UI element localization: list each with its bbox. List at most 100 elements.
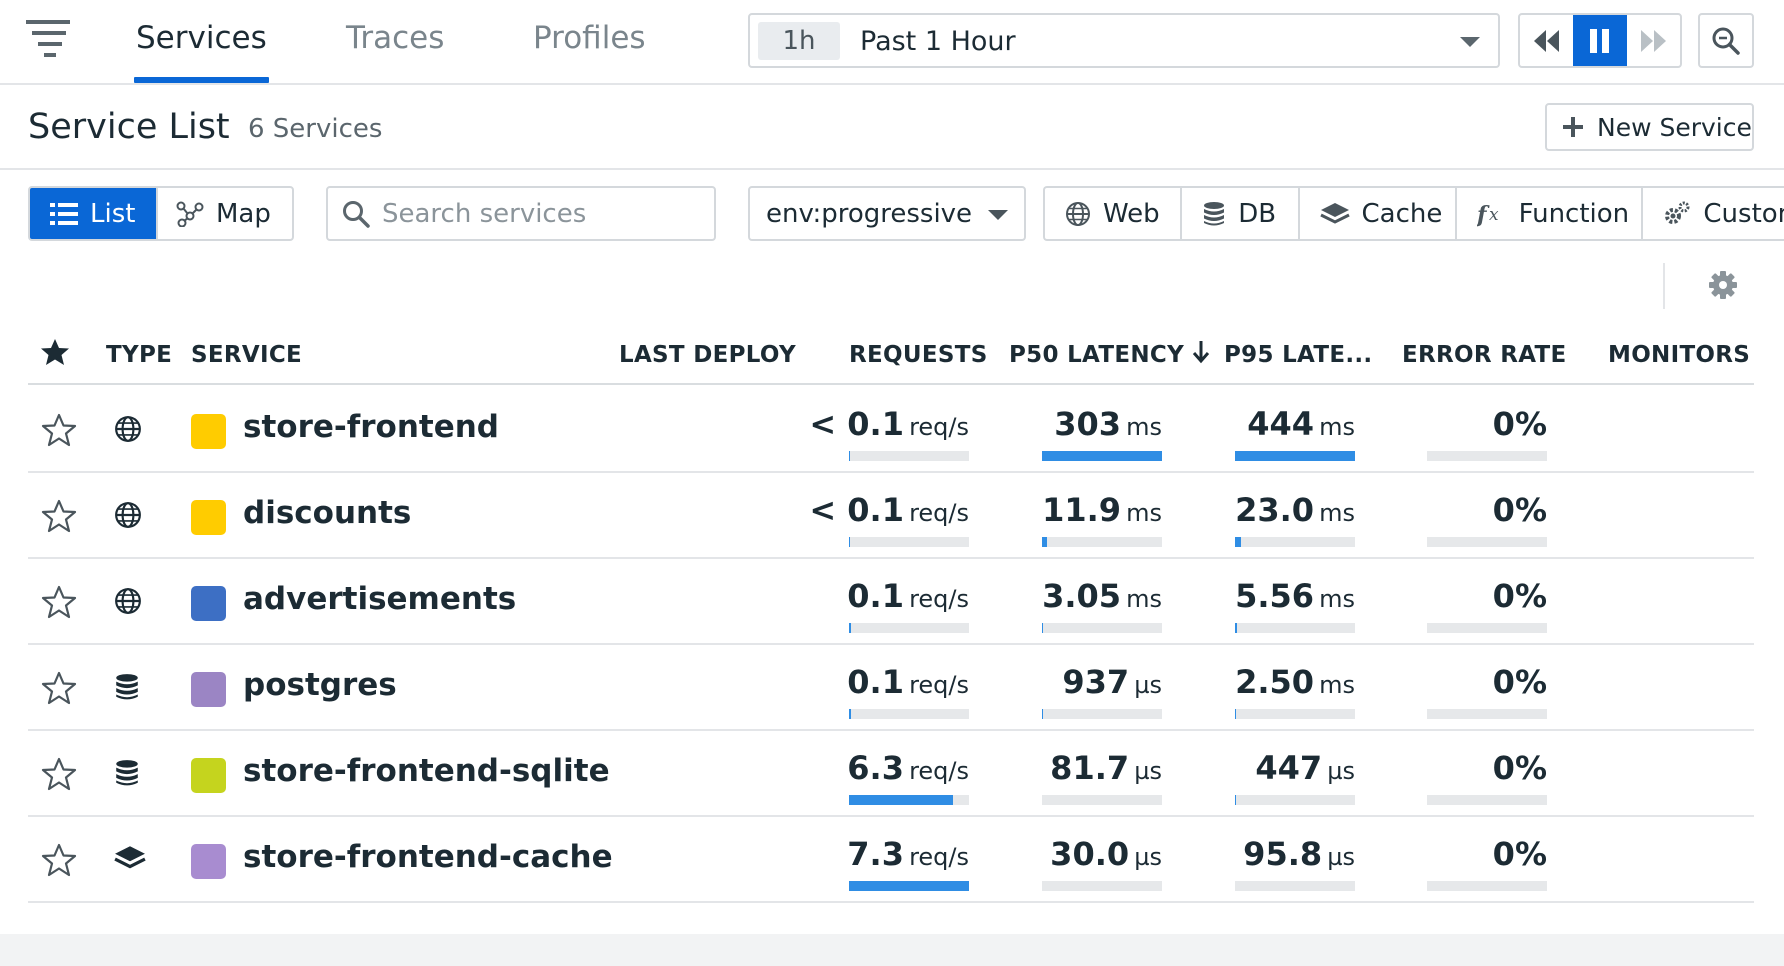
filter-menu-icon[interactable] xyxy=(26,18,74,62)
error-rate-bar xyxy=(1427,451,1547,461)
p95-unit: ms xyxy=(1319,671,1355,699)
service-name-link[interactable]: advertisements xyxy=(243,581,516,617)
p50-bar xyxy=(1042,537,1162,547)
column-requests[interactable]: REQUESTS xyxy=(849,342,988,368)
p95-unit: µs xyxy=(1327,757,1355,785)
column-monitors[interactable]: MONITORS xyxy=(1608,342,1750,368)
type-cell xyxy=(114,587,142,619)
table-settings-button[interactable] xyxy=(1708,270,1738,304)
tab-profiles[interactable]: Profiles xyxy=(533,20,646,83)
error-rate-value: 0% xyxy=(1492,577,1547,615)
column-error-rate[interactable]: ERROR RATE xyxy=(1402,342,1567,368)
service-name-link[interactable]: store-frontend xyxy=(243,409,499,445)
search-services-field[interactable] xyxy=(326,186,716,241)
p50-value: 937 xyxy=(1062,663,1130,701)
p95-bar xyxy=(1235,709,1355,719)
time-range-picker[interactable]: 1h Past 1 Hour xyxy=(748,13,1500,68)
error-rate-value: 0% xyxy=(1492,405,1547,443)
service-name-link[interactable]: postgres xyxy=(243,667,397,703)
globe-icon xyxy=(1066,201,1090,226)
requests-unit: req/s xyxy=(909,413,969,441)
table-row[interactable]: store-frontend < 0.1 req/s 303 ms 444 ms… xyxy=(28,387,1754,473)
p95-bar xyxy=(1235,537,1355,547)
favorite-star-button[interactable] xyxy=(41,585,77,623)
table-row[interactable]: discounts < 0.1 req/s 11.9 ms 23.0 ms 0% xyxy=(28,473,1754,559)
tab-traces[interactable]: Traces xyxy=(346,20,444,83)
env-select[interactable]: env:progressive xyxy=(748,186,1026,241)
error-rate-cell: 0% xyxy=(1427,573,1547,633)
p50-latency-cell: 81.7 µs xyxy=(1042,745,1162,805)
column-type[interactable]: TYPE xyxy=(106,342,172,368)
divider xyxy=(1663,263,1665,309)
type-filter-cache[interactable]: Cache xyxy=(1300,188,1457,239)
fast-forward-button[interactable] xyxy=(1627,15,1680,66)
global-search-button[interactable] xyxy=(1698,13,1754,68)
search-services-input[interactable] xyxy=(382,198,702,229)
network-map-icon xyxy=(176,201,204,227)
type-filter-label: Function xyxy=(1518,198,1630,229)
p95-value: 447 xyxy=(1255,749,1323,787)
p95-value: 2.50 xyxy=(1235,663,1315,701)
service-name-link[interactable]: store-frontend-sqlite xyxy=(243,753,610,789)
type-filter-db[interactable]: DB xyxy=(1182,188,1300,239)
error-rate-cell: 0% xyxy=(1427,659,1547,719)
service-name-link[interactable]: store-frontend-cache xyxy=(243,839,613,875)
p50-value: 303 xyxy=(1054,405,1122,443)
requests-value: 0.1 xyxy=(847,663,904,701)
plus-icon xyxy=(1563,117,1583,137)
table-row[interactable]: advertisements 0.1 req/s 3.05 ms 5.56 ms… xyxy=(28,559,1754,645)
service-name-link[interactable]: discounts xyxy=(243,495,411,531)
p50-bar xyxy=(1042,795,1162,805)
favorite-star-button[interactable] xyxy=(41,499,77,537)
favorite-column-header[interactable] xyxy=(40,338,70,372)
table-row[interactable]: postgres 0.1 req/s 937 µs 2.50 ms 0% xyxy=(28,645,1754,731)
chevron-down-icon xyxy=(988,210,1008,220)
favorite-star-button[interactable] xyxy=(41,843,77,881)
error-rate-bar xyxy=(1427,709,1547,719)
table-row[interactable]: store-frontend-cache 7.3 req/s 30.0 µs 9… xyxy=(28,817,1754,903)
type-filter-web[interactable]: Web xyxy=(1045,188,1183,239)
star-icon xyxy=(41,585,77,619)
list-view-label: List xyxy=(90,198,136,229)
svg-text:x: x xyxy=(1489,205,1499,225)
star-icon xyxy=(41,757,77,791)
favorite-star-button[interactable] xyxy=(41,757,77,795)
p50-unit: µs xyxy=(1134,671,1162,699)
rewind-button[interactable] xyxy=(1520,15,1573,66)
type-filter-custom[interactable]: Custom xyxy=(1643,188,1784,239)
requests-cell: 0.1 req/s xyxy=(847,573,969,633)
favorite-star-button[interactable] xyxy=(41,671,77,709)
p95-unit: ms xyxy=(1319,499,1355,527)
type-filter-function[interactable]: f x Function xyxy=(1457,188,1644,239)
requests-unit: req/s xyxy=(909,671,969,699)
p50-value: 3.05 xyxy=(1042,577,1122,615)
chevron-down-icon xyxy=(1460,37,1480,47)
p95-unit: ms xyxy=(1319,585,1355,613)
service-color-swatch xyxy=(191,672,226,707)
map-view-button[interactable]: Map xyxy=(156,188,292,239)
p50-latency-cell: 3.05 ms xyxy=(1042,573,1162,633)
service-type-filters: Web DB Cache f x Function Custom xyxy=(1043,186,1784,241)
favorite-star-button[interactable] xyxy=(41,413,77,451)
tab-services[interactable]: Services xyxy=(134,20,269,83)
column-p95-latency[interactable]: P95 LATE... xyxy=(1224,342,1372,368)
p95-latency-cell: 444 ms xyxy=(1235,401,1355,461)
type-filter-label: DB xyxy=(1238,198,1277,229)
p50-value: 11.9 xyxy=(1042,491,1122,529)
column-service[interactable]: SERVICE xyxy=(191,342,302,368)
error-rate-value: 0% xyxy=(1492,663,1547,701)
error-rate-bar xyxy=(1427,881,1547,891)
sort-desc-icon[interactable] xyxy=(1192,340,1210,370)
error-rate-cell: 0% xyxy=(1427,401,1547,461)
requests-unit: req/s xyxy=(909,757,969,785)
p50-latency-cell: 303 ms xyxy=(1042,401,1162,461)
playback-controls xyxy=(1518,13,1682,68)
pause-button[interactable] xyxy=(1573,15,1627,66)
column-last-deploy[interactable]: LAST DEPLOY xyxy=(619,342,796,368)
new-service-button[interactable]: New Service xyxy=(1545,103,1754,151)
star-filled-icon xyxy=(41,339,69,365)
p50-bar xyxy=(1042,451,1162,461)
list-view-button[interactable]: List xyxy=(30,188,156,239)
table-row[interactable]: store-frontend-sqlite 6.3 req/s 81.7 µs … xyxy=(28,731,1754,817)
column-p50-latency[interactable]: P50 LATENCY xyxy=(1009,342,1184,368)
